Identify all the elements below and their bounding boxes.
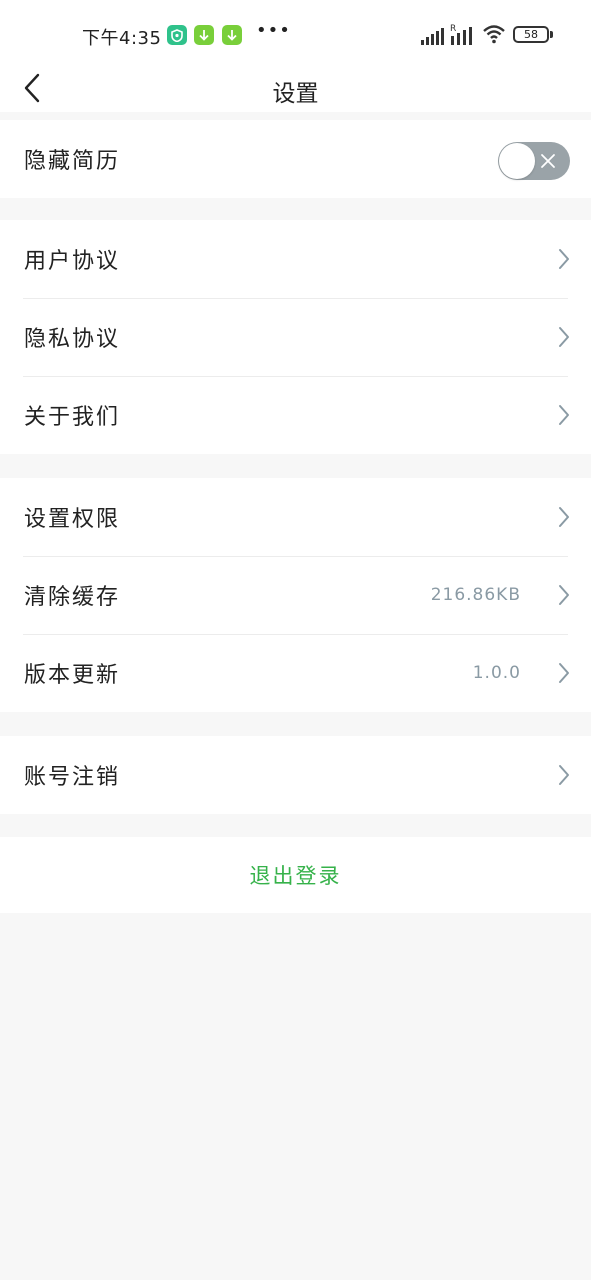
version-update-label: 版本更新	[24, 663, 121, 688]
account-cancel-row[interactable]: 账号注销	[0, 736, 591, 814]
clear-cache-label: 清除缓存	[24, 585, 121, 610]
page-title: 设置	[272, 81, 319, 107]
privacy-section: 隐藏简历	[0, 120, 591, 198]
download-app-icon	[194, 25, 214, 45]
chevron-right-icon	[559, 249, 569, 269]
navigation-header: 设置	[0, 66, 591, 112]
hide-resume-row: 隐藏简历	[0, 120, 591, 198]
battery-level: 58	[524, 28, 538, 41]
cache-size-value: 216.86KB	[430, 585, 521, 605]
battery-tip	[550, 31, 553, 38]
about-us-label: 关于我们	[24, 405, 121, 430]
chevron-right-icon	[559, 663, 569, 683]
about-us-row[interactable]: 关于我们	[0, 376, 591, 454]
battery-icon: 58	[513, 26, 549, 43]
version-value: 1.0.0	[472, 663, 521, 683]
privacy-agreement-label: 隐私协议	[24, 327, 121, 352]
chevron-right-icon	[559, 507, 569, 527]
status-bar: 下午4:35 ••• R 58	[0, 0, 591, 66]
logout-label: 退出登录	[249, 864, 342, 888]
chevron-right-icon	[559, 327, 569, 347]
hide-resume-toggle[interactable]	[498, 142, 570, 180]
version-update-row[interactable]: 版本更新 1.0.0	[0, 634, 591, 712]
clear-cache-row[interactable]: 清除缓存 216.86KB	[0, 556, 591, 634]
signal-roaming-icon: R	[450, 24, 472, 45]
chevron-right-icon	[559, 765, 569, 785]
account-cancel-label: 账号注销	[24, 765, 121, 790]
close-icon	[541, 154, 555, 168]
agreements-section: 用户协议 隐私协议 关于我们	[0, 220, 591, 454]
more-notifications-icon: •••	[256, 20, 291, 41]
shield-app-icon	[167, 25, 187, 45]
logout-button[interactable]: 退出登录	[0, 837, 591, 913]
wifi-icon	[483, 25, 505, 44]
chevron-right-icon	[559, 405, 569, 425]
hide-resume-label: 隐藏简历	[24, 149, 121, 174]
account-section: 账号注销	[0, 736, 591, 814]
user-agreement-label: 用户协议	[24, 249, 121, 274]
toggle-knob	[499, 143, 535, 179]
status-time: 下午4:35	[82, 28, 162, 49]
privacy-agreement-row[interactable]: 隐私协议	[0, 298, 591, 376]
permissions-row[interactable]: 设置权限	[0, 478, 591, 556]
signal-icon	[421, 28, 444, 45]
download-app-icon	[222, 25, 242, 45]
chevron-right-icon	[559, 585, 569, 605]
permissions-label: 设置权限	[24, 507, 121, 532]
system-section: 设置权限 清除缓存 216.86KB 版本更新 1.0.0	[0, 478, 591, 712]
user-agreement-row[interactable]: 用户协议	[0, 220, 591, 298]
svg-text:R: R	[450, 24, 456, 34]
